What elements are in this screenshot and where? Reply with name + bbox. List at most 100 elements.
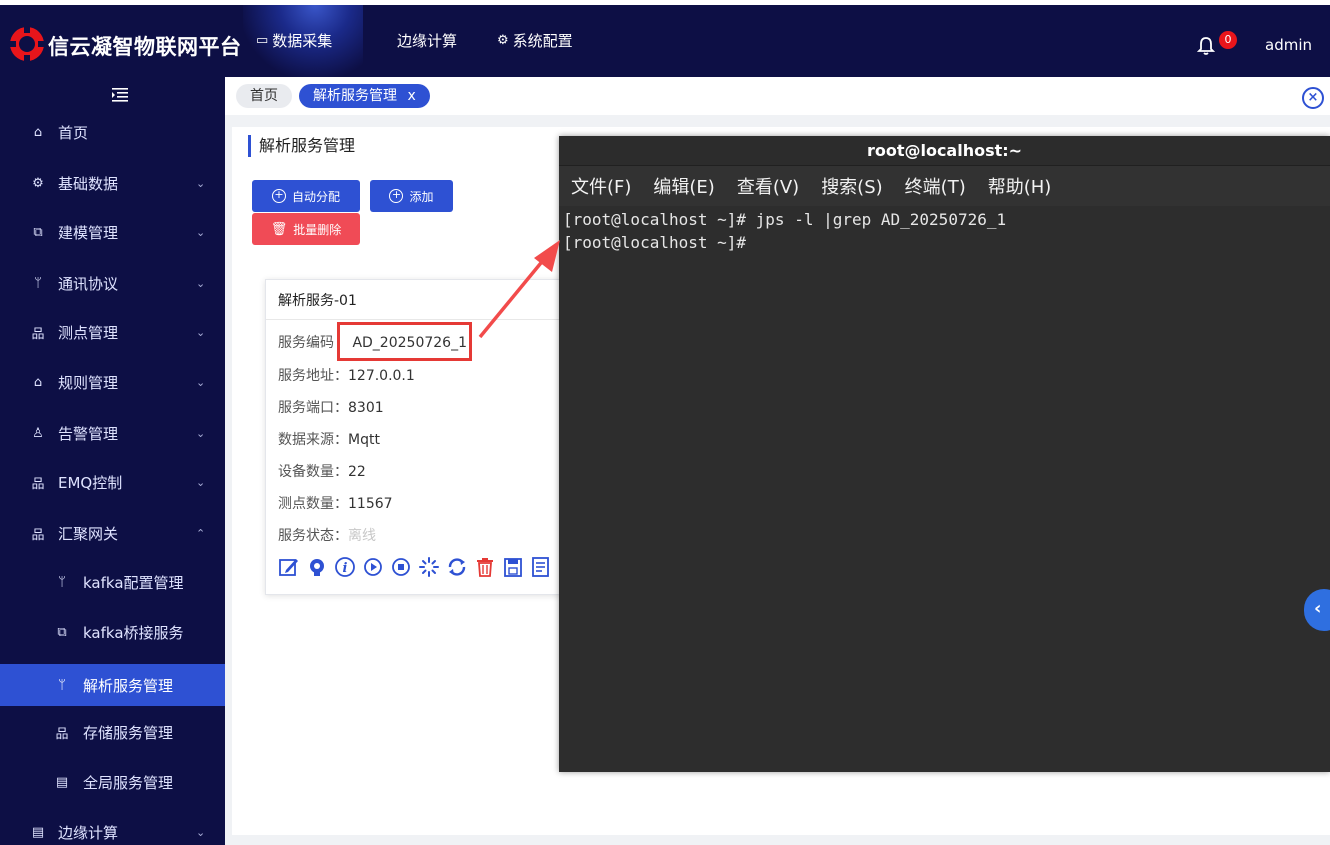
tab-close-icon[interactable]: x bbox=[407, 88, 415, 104]
play-icon[interactable] bbox=[362, 556, 384, 578]
row-label: 测点数量： bbox=[278, 496, 348, 512]
row-value: 22 bbox=[348, 464, 366, 480]
branch-icon: ᛘ bbox=[58, 574, 66, 590]
sidebar-item-label: 规则管理 bbox=[58, 373, 119, 392]
tab-home[interactable]: 首页 bbox=[236, 84, 292, 108]
refresh-icon[interactable] bbox=[446, 556, 468, 578]
terminal-output[interactable]: [root@localhost ~]# jps -l |grep AD_2025… bbox=[563, 208, 1006, 254]
chevron-down-icon: ⌄ bbox=[196, 176, 206, 190]
row-value: 127.0.0.1 bbox=[348, 368, 415, 384]
card-actions: i bbox=[278, 556, 552, 578]
sidebar-item-global-service[interactable]: ▤ 全局服务管理 bbox=[0, 758, 225, 806]
sidebar-item-label: kafka配置管理 bbox=[83, 573, 184, 592]
terminal-window[interactable]: root@localhost:~ 文件(F) 编辑(E) 查看(V) 搜索(S)… bbox=[559, 136, 1330, 772]
sidebar-item-storage-service[interactable]: 品 存储服务管理 bbox=[0, 708, 225, 756]
plus-circle-icon: + bbox=[271, 189, 286, 203]
user-menu[interactable]: admin bbox=[1265, 36, 1312, 54]
sidebar-item-points[interactable]: 品 测点管理 ⌄ bbox=[0, 308, 225, 356]
loading-icon[interactable] bbox=[418, 556, 440, 578]
gear-icon: ⚙ bbox=[32, 175, 44, 191]
bell-icon[interactable] bbox=[1197, 36, 1215, 56]
auto-assign-button[interactable]: + 自动分配 bbox=[252, 180, 360, 212]
sidebar-item-label: 汇聚网关 bbox=[58, 524, 119, 543]
sidebar-item-label: 首页 bbox=[58, 123, 89, 142]
deploy-icon[interactable] bbox=[306, 556, 328, 578]
sidebar-item-label: 建模管理 bbox=[58, 223, 119, 242]
delete-icon[interactable] bbox=[474, 556, 496, 578]
trash-icon: 🗑 bbox=[270, 221, 288, 237]
chevron-down-icon: ⌄ bbox=[196, 825, 206, 839]
top-header: 信云凝智物联网平台 ▭ 数据采集 边缘计算 ⚙ 系统配置 0 admin bbox=[0, 0, 1330, 77]
sidebar-item-parse-service[interactable]: ᛘ 解析服务管理 bbox=[0, 664, 225, 706]
logo-icon bbox=[8, 25, 46, 63]
close-all-tabs-icon[interactable]: × bbox=[1302, 87, 1324, 109]
terminal-menu-help[interactable]: 帮助(H) bbox=[988, 173, 1052, 199]
monitor-icon: ▭ bbox=[256, 33, 269, 48]
edit-icon[interactable] bbox=[278, 556, 300, 578]
batch-delete-button[interactable]: 🗑 批量删除 bbox=[252, 213, 360, 245]
chevron-down-icon: ⌄ bbox=[196, 276, 206, 290]
brand-title: 信云凝智物联网平台 bbox=[48, 35, 242, 59]
status-badge: 离线 bbox=[348, 528, 376, 544]
sidebar-item-alarms[interactable]: ♙ 告警管理 ⌄ bbox=[0, 409, 225, 457]
chevron-up-icon: ⌃ bbox=[196, 526, 206, 540]
sidebar-item-home[interactable]: ⌂ 首页 bbox=[0, 108, 225, 156]
sidebar-item-modeling[interactable]: ⧉ 建模管理 ⌄ bbox=[0, 208, 225, 256]
card-row-status: 服务状态：离线 bbox=[278, 525, 376, 545]
topnav-system-config[interactable]: ⚙ 系统配置 bbox=[497, 5, 573, 77]
card-row-point-count: 测点数量：11567 bbox=[278, 493, 393, 513]
button-label: 自动分配 bbox=[291, 189, 340, 204]
topnav-data-collection[interactable]: ▭ 数据采集 bbox=[243, 5, 363, 77]
card-divider bbox=[266, 319, 566, 320]
sidebar-item-label: 边缘计算 bbox=[58, 823, 119, 842]
tab-parse-service[interactable]: 解析服务管理 x bbox=[299, 84, 430, 108]
copy-icon: ⧉ bbox=[33, 224, 43, 240]
app-root: 信云凝智物联网平台 ▭ 数据采集 边缘计算 ⚙ 系统配置 0 admin ⌂ 首… bbox=[0, 0, 1330, 845]
document-icon[interactable] bbox=[530, 556, 552, 578]
save-icon[interactable] bbox=[502, 556, 524, 578]
row-value: Mqtt bbox=[348, 432, 380, 448]
row-value: 8301 bbox=[348, 400, 384, 416]
sidebar-item-basic-data[interactable]: ⚙ 基础数据 ⌄ bbox=[0, 159, 225, 207]
button-label: 添加 bbox=[409, 189, 434, 204]
sidebar-item-emq[interactable]: 品 EMQ控制 ⌄ bbox=[0, 458, 225, 506]
sidebar-item-kafka-config[interactable]: ᛘ kafka配置管理 bbox=[0, 558, 225, 606]
sidebar-item-label: EMQ控制 bbox=[58, 473, 123, 492]
sidebar-item-rules[interactable]: ⌂ 规则管理 ⌄ bbox=[0, 358, 225, 406]
tab-label: 解析服务管理 bbox=[313, 88, 397, 104]
sidebar-item-protocol[interactable]: ᛘ 通讯协议 ⌄ bbox=[0, 259, 225, 307]
sidebar-item-label: 基础数据 bbox=[58, 174, 119, 193]
menu-collapse-icon[interactable] bbox=[110, 87, 130, 103]
add-button[interactable]: + 添加 bbox=[370, 180, 453, 212]
terminal-menu-terminal[interactable]: 终端(T) bbox=[905, 173, 966, 199]
branch-icon: ᛘ bbox=[34, 275, 42, 291]
chevron-down-icon: ⌄ bbox=[196, 225, 206, 239]
terminal-title: root@localhost:~ bbox=[559, 136, 1330, 166]
info-icon[interactable]: i bbox=[334, 556, 356, 578]
plus-circle-icon: + bbox=[389, 189, 404, 203]
row-label: 设备数量： bbox=[278, 464, 348, 480]
chevron-down-icon: ⌄ bbox=[196, 426, 206, 440]
terminal-menu-search[interactable]: 搜索(S) bbox=[821, 173, 882, 199]
highlight-box bbox=[337, 322, 472, 361]
sidebar-item-gateway[interactable]: 品 汇聚网关 ⌃ bbox=[0, 509, 225, 557]
network-icon: 品 bbox=[31, 527, 45, 543]
card-row-port: 服务端口：8301 bbox=[278, 397, 384, 417]
sidebar-item-edge-computing[interactable]: ▤ 边缘计算 ⌄ bbox=[0, 808, 225, 845]
network-icon: 品 bbox=[31, 476, 45, 492]
sidebar-item-label: 存储服务管理 bbox=[83, 723, 174, 742]
topnav-edge-computing[interactable]: 边缘计算 bbox=[397, 5, 457, 77]
sidebar-item-label: 解析服务管理 bbox=[83, 676, 174, 695]
user-icon: ♙ bbox=[32, 425, 44, 441]
network-icon: 品 bbox=[55, 726, 69, 742]
terminal-menu-file[interactable]: 文件(F) bbox=[571, 173, 631, 199]
stop-icon[interactable] bbox=[390, 556, 412, 578]
row-value: 11567 bbox=[348, 496, 393, 512]
terminal-line: [root@localhost ~]# bbox=[563, 233, 747, 252]
terminal-menu-edit[interactable]: 编辑(E) bbox=[653, 173, 714, 199]
sidebar-item-label: 测点管理 bbox=[58, 323, 119, 342]
sidebar-item-kafka-bridge[interactable]: ⧉ kafka桥接服务 bbox=[0, 608, 225, 656]
tab-bar: 首页 解析服务管理 x × bbox=[225, 77, 1330, 115]
row-label: 服务编码 bbox=[278, 335, 334, 351]
terminal-menu-view[interactable]: 查看(V) bbox=[737, 173, 799, 199]
